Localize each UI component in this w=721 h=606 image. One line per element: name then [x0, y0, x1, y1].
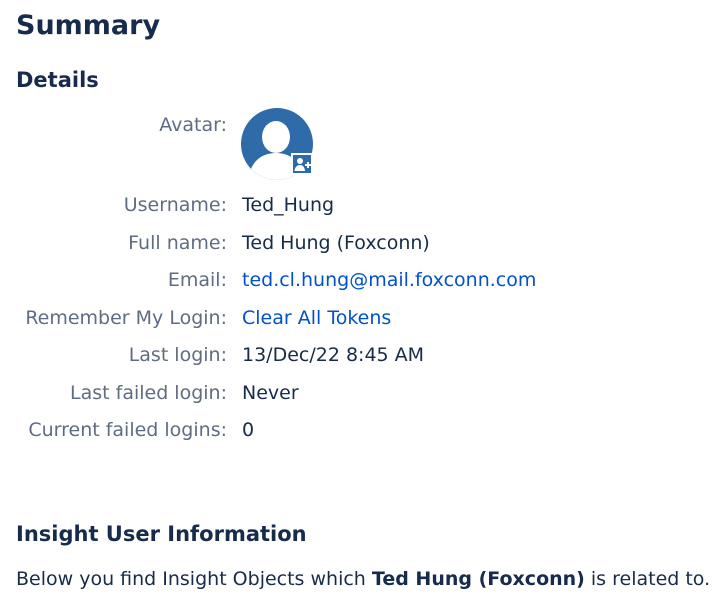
edit-avatar-icon: [291, 153, 313, 175]
fullname-value: Ted Hung (Foxconn): [242, 232, 430, 254]
fullname-label: Full name:: [128, 232, 227, 254]
avatar-label: Avatar:: [159, 114, 227, 136]
details-section-title: Details: [16, 68, 99, 92]
last-login-label: Last login:: [128, 344, 227, 366]
current-failed-logins-value: 0: [242, 419, 255, 441]
email-link[interactable]: ted.cl.hung@mail.foxconn.com: [242, 268, 536, 292]
page-title: Summary: [16, 10, 161, 41]
clear-all-tokens-link[interactable]: Clear All Tokens: [242, 306, 391, 330]
last-login-value: 13/Dec/22 8:45 AM: [242, 344, 425, 366]
remember-login-label: Remember My Login:: [25, 307, 227, 329]
user-avatar-icon[interactable]: [240, 107, 314, 181]
last-failed-login-value: Never: [242, 382, 299, 404]
insight-text-prefix: Below you find Insight Objects which: [16, 568, 372, 590]
username-label: Username:: [123, 194, 227, 216]
current-failed-logins-label: Current failed logins:: [28, 419, 227, 441]
insight-user-name: Ted Hung (Foxconn): [371, 568, 585, 590]
insight-text-suffix: is related to.: [584, 568, 711, 590]
username-value: Ted_Hung: [242, 194, 335, 216]
email-label: Email:: [167, 269, 227, 291]
insight-section-title: Insight User Information: [16, 522, 307, 546]
last-failed-login-label: Last failed login:: [70, 382, 227, 404]
insight-description: Below you find Insight Objects which Ted…: [16, 567, 710, 591]
